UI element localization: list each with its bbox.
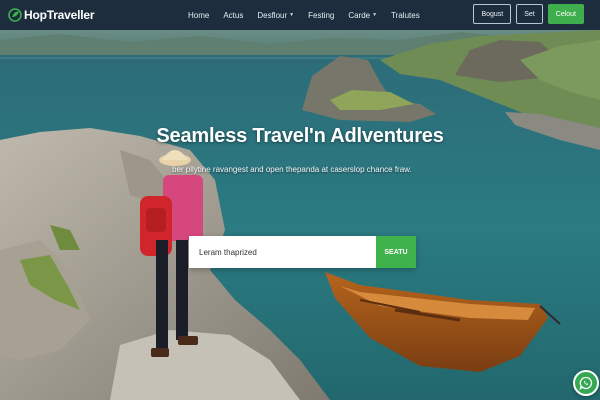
nav-item-desflour[interactable]: Desflour ▼ xyxy=(257,11,294,20)
bogust-button[interactable]: Bogust xyxy=(473,4,512,24)
celout-button[interactable]: Celout xyxy=(547,4,584,24)
nav-item-actus[interactable]: Actus xyxy=(223,11,243,20)
set-button[interactable]: Set xyxy=(516,4,543,24)
nav-item-label: Carde xyxy=(348,10,371,20)
leaf-logo-icon xyxy=(8,8,22,22)
brand-logo[interactable]: HopTraveller xyxy=(8,8,95,22)
chevron-down-icon: ▼ xyxy=(372,12,378,18)
hero-background xyxy=(0,0,600,400)
landscape-illustration xyxy=(0,30,600,400)
nav-item-carde[interactable]: Carde ▼ xyxy=(348,11,377,20)
chevron-down-icon: ▼ xyxy=(289,12,295,18)
brand-name: HopTraveller xyxy=(24,8,95,22)
nav-item-label: Home xyxy=(188,10,210,20)
nav-item-home[interactable]: Home xyxy=(188,11,209,20)
nav-item-tralutes[interactable]: Tralutes xyxy=(391,11,420,20)
hero-title: Seamless Travel'n Adlventures xyxy=(156,125,444,147)
hero-subtitle: ber pllytine ravangest and open thepanda… xyxy=(172,165,412,174)
nav-item-festing[interactable]: Festing xyxy=(308,11,334,20)
chat-bubble-icon xyxy=(579,376,593,390)
main-nav: Home Actus Desflour ▼ Festing Carde ▼ Tr… xyxy=(188,0,420,30)
nav-item-label: Actus xyxy=(223,10,244,20)
chat-button[interactable] xyxy=(573,370,599,396)
search-button[interactable]: SEATU xyxy=(376,236,416,268)
nav-item-label: Festing xyxy=(308,10,335,20)
nav-actions: Bogust Set Celout xyxy=(473,4,584,24)
top-navbar: HopTraveller Home Actus Desflour ▼ Festi… xyxy=(0,0,600,30)
nav-item-label: Tralutes xyxy=(391,10,420,20)
nav-item-label: Desflour xyxy=(257,10,288,20)
hero-search: SEATU xyxy=(189,236,416,268)
search-input[interactable] xyxy=(189,236,376,268)
